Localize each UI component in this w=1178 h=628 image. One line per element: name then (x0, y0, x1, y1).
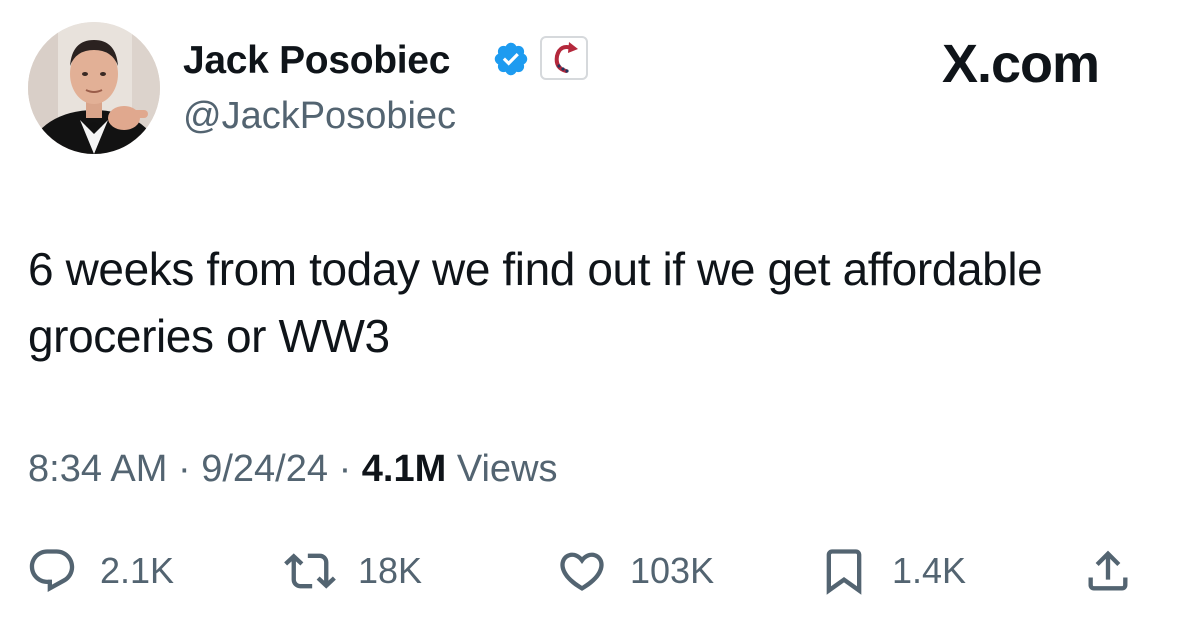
author-display-name[interactable]: Jack Posobiec (183, 39, 450, 83)
tweet-date[interactable]: 9/24/24 (201, 448, 328, 490)
share-icon (1088, 550, 1128, 591)
avatar[interactable] (28, 22, 160, 154)
repost-count: 18K (358, 550, 423, 591)
views-label: Views (456, 448, 558, 490)
verified-badge-icon (494, 42, 528, 76)
heart-icon (560, 552, 604, 591)
brand-logo-text: X.com (942, 34, 1100, 94)
author-handle[interactable]: @JackPosobiec (183, 94, 456, 138)
share-button[interactable] (1082, 540, 1134, 602)
like-count: 103K (630, 550, 715, 591)
tweet-meta: 8:34 AM · 9/24/24 · 4.1M Views (28, 446, 558, 492)
repost-icon (284, 553, 336, 589)
reply-button[interactable]: 2.1K (26, 540, 174, 602)
views-count: 4.1M (361, 448, 447, 490)
tweet-time[interactable]: 8:34 AM (28, 448, 167, 490)
avatar-photo (28, 22, 160, 154)
tweet-text: 6 weeks from today we find out if we get… (28, 243, 1043, 362)
bookmark-icon (826, 549, 862, 595)
reply-count: 2.1K (100, 550, 175, 591)
curved-arrow-badge-icon (554, 42, 578, 73)
action-bar: 2.1K 18K 103K 1.4K (0, 540, 1178, 602)
like-button[interactable]: 103K (556, 540, 714, 602)
bookmark-count: 1.4K (892, 550, 967, 591)
repost-button[interactable]: 18K (284, 540, 422, 602)
bookmark-button[interactable]: 1.4K (818, 540, 966, 602)
meta-separator: · (338, 448, 352, 490)
meta-separator: · (177, 448, 191, 490)
affiliation-badge[interactable] (540, 36, 588, 80)
reply-bubble-icon (29, 549, 75, 593)
